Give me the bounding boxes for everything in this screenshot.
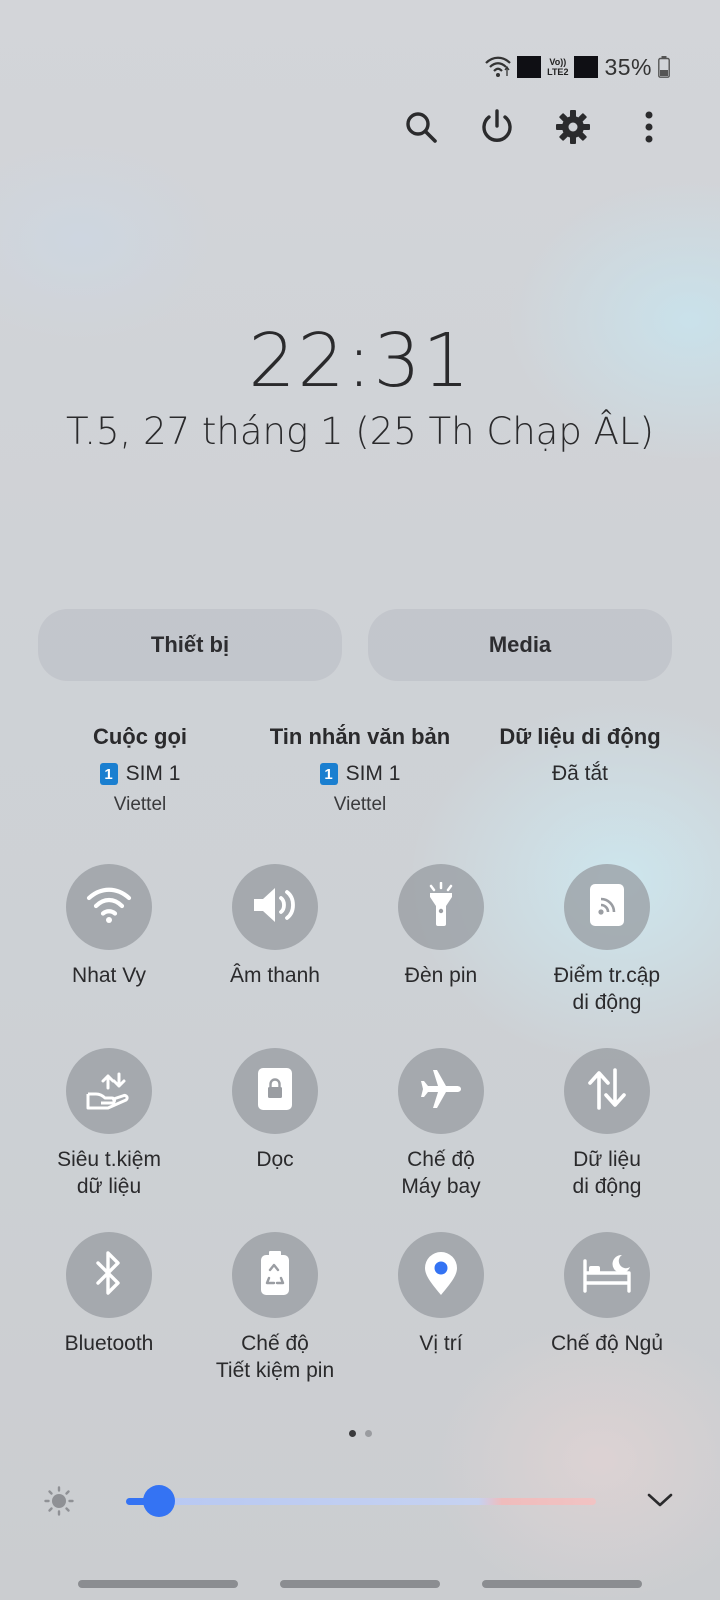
device-media-row: Thiết bị Media xyxy=(38,609,672,681)
clock-time[interactable]: 22:31 xyxy=(0,318,720,404)
sim-data-title: Dữ liệu di động xyxy=(499,724,661,749)
tile-flashlight[interactable]: Đèn pin xyxy=(358,864,524,1048)
tile-label: Siêu t.kiệm dữ liệu xyxy=(57,1148,161,1198)
tile-hotspot-button[interactable] xyxy=(564,864,650,950)
tile-wifi-button[interactable] xyxy=(66,864,152,950)
tile-location[interactable]: Vị trí xyxy=(358,1232,524,1416)
tile-location-button[interactable] xyxy=(398,1232,484,1318)
portrait-lock-icon xyxy=(257,1067,293,1116)
sim-1-icon: 1 xyxy=(319,763,338,785)
brightness-icon xyxy=(44,1486,74,1521)
tile-sleep-mode[interactable]: Chế độ Ngủ xyxy=(524,1232,690,1416)
tile-mobile-data[interactable]: Dữ liệu di động xyxy=(524,1048,690,1232)
tile-flashlight-button[interactable] xyxy=(398,864,484,950)
nav-back-pill[interactable] xyxy=(482,1580,642,1588)
hotspot-icon xyxy=(589,883,625,932)
volte-lte-indicator: Vo)) LTE2 xyxy=(547,57,568,77)
tile-battery-saver[interactable]: Chế độ Tiết kiệm pin xyxy=(192,1232,358,1416)
signal-strength-icon xyxy=(517,56,542,78)
lte-label: LTE2 xyxy=(547,67,569,77)
tile-label: Vị trí xyxy=(419,1332,463,1355)
tile-label: Chế độ Máy bay xyxy=(401,1148,481,1198)
quick-panel-actions xyxy=(402,108,668,146)
tile-label: Chế độ Ngủ xyxy=(550,1332,664,1355)
sim-messages-title: Tin nhắn văn bản xyxy=(269,724,451,749)
battery-icon xyxy=(658,56,670,78)
sim-messages-carrier: Viettel xyxy=(333,794,387,815)
sim-mobile-data[interactable]: Dữ liệu di động Đã tắt xyxy=(470,724,690,816)
page-dot-2[interactable] xyxy=(364,1430,372,1437)
tile-battery-saver-button[interactable] xyxy=(232,1232,318,1318)
power-icon[interactable] xyxy=(478,108,516,146)
tile-label: Chế độ Tiết kiệm pin xyxy=(215,1332,335,1382)
tile-airplane-button[interactable] xyxy=(398,1048,484,1134)
data-saver-icon xyxy=(86,1068,132,1115)
sim-calls[interactable]: Cuộc gọi 1 SIM 1 Viettel xyxy=(30,724,250,816)
tile-wifi[interactable]: Nhat Vy xyxy=(26,864,192,1048)
tile-portrait-button[interactable] xyxy=(232,1048,318,1134)
tile-label: Bluetooth xyxy=(64,1332,154,1355)
gear-icon[interactable] xyxy=(554,108,592,146)
sim-data-status: Đã tắt xyxy=(551,762,609,785)
sim-calls-carrier: Viettel xyxy=(113,794,167,815)
sleep-mode-icon xyxy=(582,1253,632,1298)
sim-messages[interactable]: Tin nhắn văn bản 1 SIM 1 Viettel xyxy=(250,724,470,816)
quick-settings-grid: Nhat Vy Âm thanh Đèn pin Điểm tr.cập di … xyxy=(26,864,690,1416)
sim-1-icon: 1 xyxy=(99,763,118,785)
brightness-control xyxy=(44,1482,684,1522)
bluetooth-icon xyxy=(94,1250,124,1301)
nav-recents-pill[interactable] xyxy=(78,1580,238,1588)
tile-label: Âm thanh xyxy=(230,964,320,987)
tile-label: Nhat Vy xyxy=(72,964,146,987)
device-button[interactable]: Thiết bị xyxy=(38,609,342,681)
mobile-data-icon xyxy=(585,1067,629,1115)
signal-strength-2-icon xyxy=(574,56,599,78)
volume-icon xyxy=(251,885,299,930)
airplane-icon xyxy=(418,1066,464,1117)
page-dot-1[interactable] xyxy=(348,1430,356,1437)
media-button[interactable]: Media xyxy=(368,609,672,681)
search-icon[interactable] xyxy=(402,108,440,146)
tile-label: Đèn pin xyxy=(404,964,478,987)
tile-sound[interactable]: Âm thanh xyxy=(192,864,358,1048)
navigation-bar xyxy=(78,1580,642,1588)
nav-home-pill[interactable] xyxy=(280,1580,440,1588)
tile-bluetooth-button[interactable] xyxy=(66,1232,152,1318)
location-icon xyxy=(422,1250,460,1301)
tile-data-saver[interactable]: Siêu t.kiệm dữ liệu xyxy=(26,1048,192,1232)
tile-sound-button[interactable] xyxy=(232,864,318,950)
tile-bluetooth[interactable]: Bluetooth xyxy=(26,1232,192,1416)
status-bar: Vo)) LTE2 35% xyxy=(485,52,670,82)
tile-portrait[interactable]: Dọc xyxy=(192,1048,358,1232)
tile-data-saver-button[interactable] xyxy=(66,1048,152,1134)
tile-sleep-mode-button[interactable] xyxy=(564,1232,650,1318)
sim-info-row: Cuộc gọi 1 SIM 1 Viettel Tin nhắn văn bả… xyxy=(0,724,720,816)
sim-calls-title: Cuộc gọi xyxy=(92,724,188,749)
sim-calls-line: SIM 1 xyxy=(125,762,181,785)
tile-label: Dữ liệu di động xyxy=(572,1148,642,1198)
tile-hotspot[interactable]: Điểm tr.cập di động xyxy=(524,864,690,1048)
flashlight-icon xyxy=(426,881,456,933)
battery-saver-icon xyxy=(259,1250,291,1301)
page-indicator xyxy=(0,1430,720,1437)
volte-label: Vo)) xyxy=(549,57,567,67)
sim-messages-line: SIM 1 xyxy=(345,762,401,785)
tile-airplane[interactable]: Chế độ Máy bay xyxy=(358,1048,524,1232)
more-vertical-icon[interactable] xyxy=(630,108,668,146)
wifi-icon xyxy=(86,886,132,929)
tile-label: Điểm tr.cập di động xyxy=(553,964,661,1014)
clock-date[interactable]: T.5, 27 tháng 1 (25 Th Chạp ÂL) xyxy=(0,410,720,453)
chevron-down-icon[interactable] xyxy=(646,1490,674,1515)
brightness-slider-thumb[interactable] xyxy=(142,1485,175,1517)
brightness-slider-track[interactable] xyxy=(126,1498,596,1505)
wifi-status-icon xyxy=(485,56,511,78)
battery-percent: 35% xyxy=(604,53,652,80)
tile-mobile-data-button[interactable] xyxy=(564,1048,650,1134)
tile-label: Dọc xyxy=(256,1148,294,1171)
